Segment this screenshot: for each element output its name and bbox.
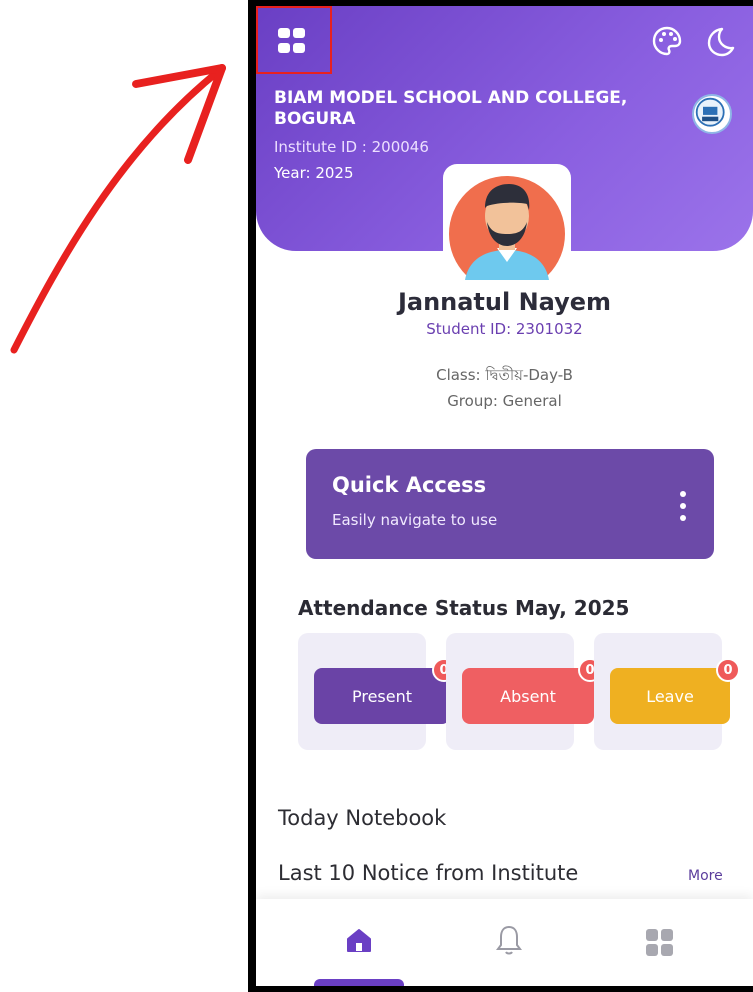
- attendance-card-present: Present 0: [298, 633, 456, 750]
- menu-button[interactable]: [256, 6, 332, 74]
- student-name: Jannatul Nayem: [397, 288, 612, 316]
- leave-count-badge: 0: [716, 658, 740, 682]
- bottom-navigation: [256, 899, 753, 986]
- attendance-title: Attendance Status May, 2025: [298, 596, 630, 620]
- home-icon[interactable]: [344, 925, 374, 955]
- moon-icon[interactable]: [702, 24, 736, 58]
- student-id: Student ID: 2301032: [426, 320, 583, 338]
- student-group: Group: General: [447, 392, 562, 410]
- institute-id: Institute ID : 200046: [274, 138, 429, 156]
- annotation-arrow: [10, 64, 226, 354]
- avatar-frame: [443, 164, 571, 282]
- palette-icon[interactable]: [650, 24, 684, 58]
- year-label: Year: 2025: [274, 164, 354, 182]
- attendance-card-absent: Absent 0: [446, 633, 602, 750]
- active-tab-indicator: [314, 979, 404, 986]
- present-button[interactable]: Present: [314, 668, 450, 724]
- grid-icon[interactable]: [646, 929, 674, 957]
- school-name: BIAM MODEL SCHOOL AND COLLEGE, BOGURA: [274, 88, 628, 129]
- phone-frame: BIAM MODEL SCHOOL AND COLLEGE, BOGURA In…: [248, 0, 753, 992]
- student-class: Class: দ্বিতীয়-Day-B: [436, 366, 573, 384]
- leave-button[interactable]: Leave: [610, 668, 730, 724]
- school-logo: [692, 94, 732, 134]
- menu-grid-icon: [278, 28, 306, 54]
- profile-header: BIAM MODEL SCHOOL AND COLLEGE, BOGURA In…: [256, 6, 753, 282]
- quick-access-card[interactable]: Quick Access Easily navigate to use: [306, 449, 714, 559]
- absent-button[interactable]: Absent: [462, 668, 594, 724]
- app-screen: BIAM MODEL SCHOOL AND COLLEGE, BOGURA In…: [256, 6, 753, 986]
- quick-access-subtitle: Easily navigate to use: [332, 511, 498, 529]
- today-notebook-title: Today Notebook: [278, 806, 447, 830]
- more-link[interactable]: More: [688, 868, 723, 884]
- bell-icon[interactable]: [494, 923, 524, 957]
- notice-title: Last 10 Notice from Institute: [278, 861, 579, 885]
- avatar: [449, 176, 565, 280]
- attendance-card-leave: Leave 0: [594, 633, 740, 750]
- kebab-menu-icon[interactable]: [678, 489, 688, 523]
- quick-access-title: Quick Access: [332, 473, 487, 497]
